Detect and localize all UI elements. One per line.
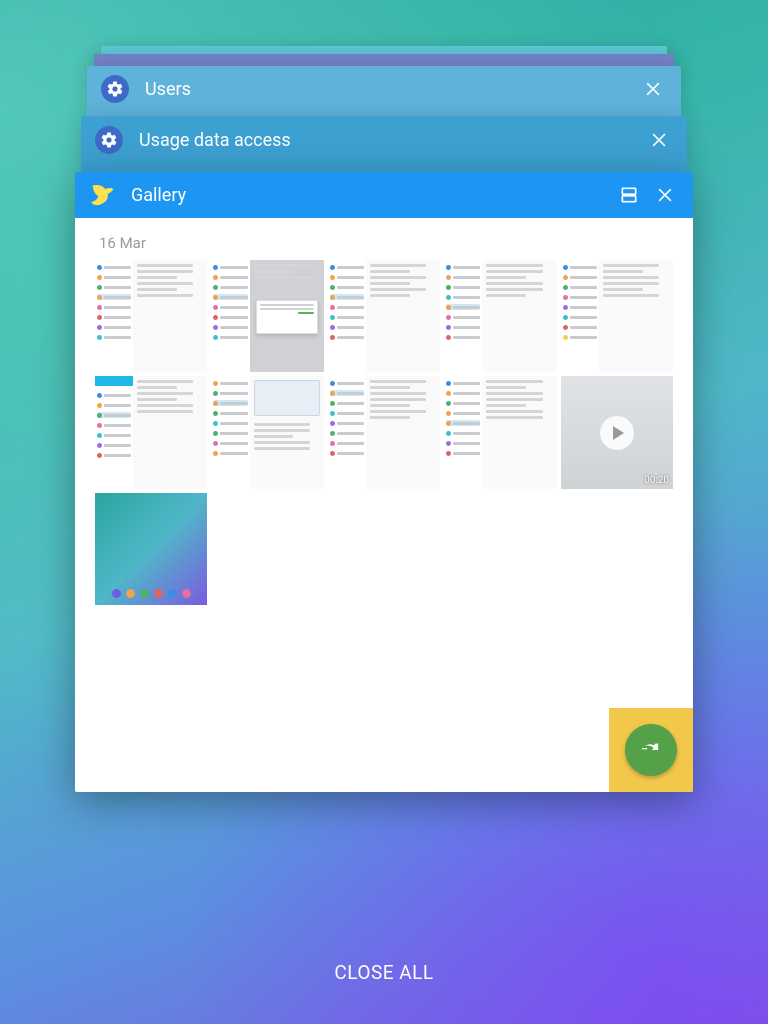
- card-content: 16 Mar: [75, 218, 693, 792]
- recent-card-title: Usage data access: [139, 130, 645, 151]
- thumbnail[interactable]: [561, 260, 673, 372]
- video-duration: 00:20: [644, 475, 669, 486]
- recent-card-title: Users: [145, 79, 639, 100]
- thumbnail[interactable]: [444, 260, 556, 372]
- card-header: Gallery: [75, 172, 693, 218]
- thumbnail[interactable]: [95, 376, 207, 488]
- thumbnail-homescreen[interactable]: [95, 493, 207, 605]
- recent-card-title: Gallery: [131, 185, 615, 206]
- pin-zone: [609, 708, 693, 792]
- pin-button[interactable]: [625, 724, 677, 776]
- thumbnail[interactable]: [444, 376, 556, 488]
- thumbnail[interactable]: [211, 260, 323, 372]
- recent-card-gallery[interactable]: Gallery 16 Mar: [75, 172, 693, 792]
- recent-card-usage-data-access[interactable]: Usage data access: [81, 116, 687, 172]
- thumbnail-video[interactable]: 00:20: [561, 376, 673, 488]
- date-header: 16 Mar: [99, 234, 673, 252]
- gear-icon: [95, 126, 123, 154]
- close-icon[interactable]: [639, 75, 667, 103]
- split-screen-icon[interactable]: [615, 181, 643, 209]
- thumbnail[interactable]: [328, 376, 440, 488]
- pin-icon: [640, 737, 662, 763]
- close-all-button[interactable]: CLOSE ALL: [296, 949, 471, 996]
- bird-icon: [89, 181, 117, 209]
- thumbnail-grid: 00:20: [95, 260, 673, 605]
- close-icon[interactable]: [645, 126, 673, 154]
- thumbnail[interactable]: [95, 260, 207, 372]
- gear-icon: [101, 75, 129, 103]
- play-icon: [600, 416, 634, 450]
- thumbnail[interactable]: [211, 376, 323, 488]
- close-icon[interactable]: [651, 181, 679, 209]
- recent-card-users[interactable]: Users: [87, 66, 681, 120]
- thumbnail[interactable]: [328, 260, 440, 372]
